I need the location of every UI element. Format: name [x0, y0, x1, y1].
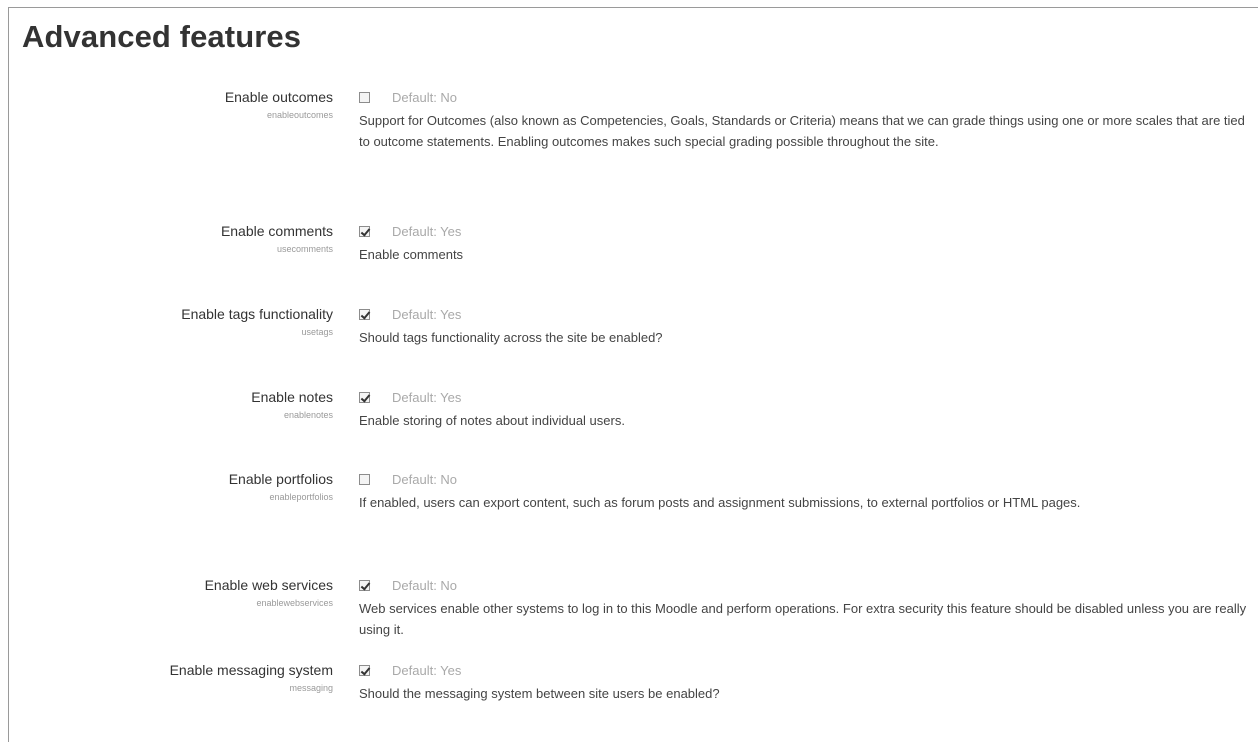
default-value-text: Default: Yes	[392, 306, 462, 322]
setting-key: enablenotes	[283, 410, 333, 420]
setting-label-block: Enable portfolios enableportfolios	[9, 470, 333, 503]
setting-key: usecomments	[276, 244, 333, 254]
enable-portfolios-checkbox[interactable]	[359, 473, 370, 485]
enable-outcomes-checkbox[interactable]	[359, 91, 370, 103]
setting-key: enableportfolios	[269, 492, 333, 502]
setting-label: Enable messaging system	[169, 662, 333, 678]
setting-control-block: Default: Yes Should the messaging system…	[358, 661, 1248, 704]
setting-label-block: Enable tags functionality usetags	[9, 305, 333, 338]
setting-label: Enable comments	[220, 223, 333, 239]
setting-key: enableoutcomes	[266, 110, 333, 120]
page-title: Advanced features	[22, 19, 302, 54]
default-value-text: Default: Yes	[392, 389, 462, 405]
setting-description: Enable storing of notes about individual…	[359, 413, 625, 428]
setting-description: Should the messaging system between site…	[359, 686, 720, 701]
setting-description: Web services enable other systems to log…	[359, 601, 1247, 637]
setting-label: Enable tags functionality	[181, 306, 333, 322]
enable-notes-checkbox[interactable]	[359, 391, 370, 403]
setting-label: Enable notes	[251, 389, 333, 405]
enable-tags-checkbox[interactable]	[359, 308, 370, 320]
setting-label: Enable portfolios	[228, 471, 333, 487]
setting-control-block: Default: Yes Enable comments	[358, 222, 1248, 265]
setting-label-block: Enable comments usecomments	[9, 222, 333, 255]
enable-comments-checkbox[interactable]	[359, 225, 370, 237]
default-value-text: Default: No	[392, 471, 458, 487]
setting-label-block: Enable notes enablenotes	[9, 388, 333, 421]
setting-description: Should tags functionality across the sit…	[359, 330, 663, 345]
settings-page: Advanced features Enable outcomes enable…	[8, 7, 1258, 742]
setting-key: enablewebservices	[256, 598, 333, 608]
setting-control-block: Default: Yes Enable storing of notes abo…	[358, 388, 1248, 431]
setting-description: Enable comments	[359, 247, 464, 262]
setting-key: messaging	[289, 683, 333, 693]
enable-messaging-checkbox[interactable]	[359, 664, 370, 676]
default-value-text: Default: Yes	[392, 223, 462, 239]
setting-label: Enable outcomes	[224, 89, 333, 105]
default-value-text: Default: No	[392, 89, 458, 105]
setting-control-block: Default: No Web services enable other sy…	[358, 576, 1248, 640]
default-value-text: Default: Yes	[392, 662, 462, 678]
setting-label-block: Enable outcomes enableoutcomes	[9, 88, 333, 121]
enable-web-services-checkbox[interactable]	[359, 579, 370, 591]
setting-label-block: Enable messaging system messaging	[9, 661, 333, 694]
setting-key: usetags	[301, 327, 333, 337]
setting-description: Support for Outcomes (also known as Comp…	[359, 113, 1245, 149]
setting-control-block: Default: Yes Should tags functionality a…	[358, 305, 1248, 348]
setting-control-block: Default: No Support for Outcomes (also k…	[358, 88, 1248, 152]
default-value-text: Default: No	[392, 577, 458, 593]
setting-control-block: Default: No If enabled, users can export…	[358, 470, 1248, 513]
setting-label: Enable web services	[204, 577, 333, 593]
setting-description: If enabled, users can export content, su…	[359, 495, 1081, 510]
setting-label-block: Enable web services enablewebservices	[9, 576, 333, 609]
